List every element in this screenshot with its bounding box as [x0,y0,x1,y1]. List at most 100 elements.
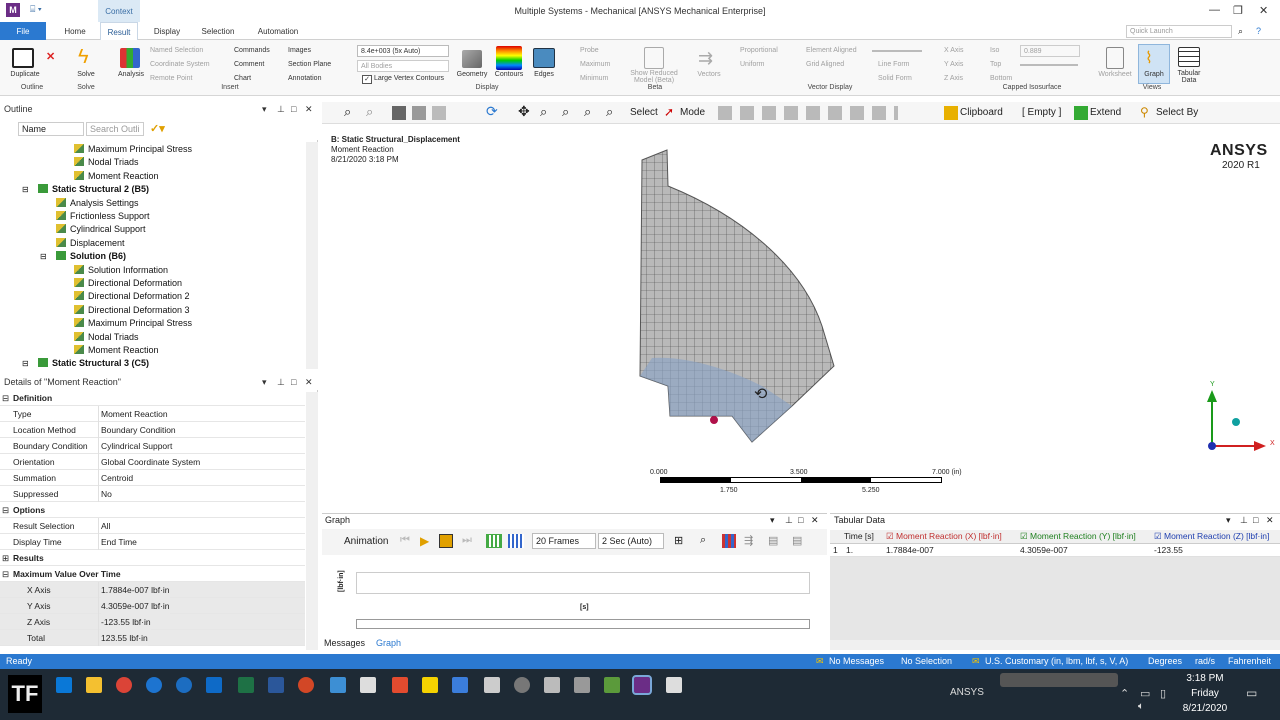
grid-aligned-button[interactable]: Grid Aligned [806,61,844,68]
details-value[interactable]: All [101,518,110,534]
details-value[interactable]: -123.55 lbf·in [101,614,151,630]
details-value[interactable]: End Time [101,534,137,550]
dropdown-icon[interactable]: ▾ [1226,515,1231,526]
details-section[interactable]: ⊞ Results [0,550,305,566]
tree-item[interactable]: Cylindrical Support [56,223,146,236]
status-degrees[interactable]: Degrees [1148,654,1182,669]
solid-form-button[interactable]: Solid Form [878,75,912,82]
commands-button[interactable]: Commands [234,47,270,54]
reduced-model-icon[interactable] [644,47,664,69]
tree-item[interactable]: Moment Reaction [74,344,159,357]
tree-item[interactable]: Analysis Settings [56,197,139,210]
view-cube-icon[interactable] [412,106,426,120]
details-value[interactable]: Centroid [101,470,133,486]
tab-graph[interactable]: Graph [376,638,401,648]
select-by-icon[interactable]: ⚲ [1140,105,1149,119]
show-reduced-model-button[interactable]: Show Reduced Model (Beta) [626,70,682,84]
close-icon[interactable]: ✕ [305,375,313,389]
clock-date[interactable]: 8/21/2020 [1172,703,1238,714]
status-rads[interactable]: rad/s [1195,654,1215,669]
duration-select[interactable]: 2 Sec (Auto) [598,533,664,549]
tray-chevron-icon[interactable]: ⌃ [1120,687,1129,700]
minimum-button[interactable]: Minimum [580,75,608,82]
iso-button[interactable]: Iso [990,47,999,54]
tree-item[interactable]: Nodal Triads [74,331,139,344]
edges-button[interactable]: Edges [530,71,558,78]
clipboard-icon[interactable] [944,106,958,120]
clock-day[interactable]: Friday [1180,688,1230,699]
column-header-x[interactable]: ☑ Moment Reaction (X) [lbf·in] [886,531,1002,542]
app-icon-6[interactable] [514,677,530,693]
message-icon[interactable]: ✉ [816,654,824,669]
pin-icon[interactable]: ⊥ [1240,515,1248,526]
maximize-icon[interactable]: □ [291,102,296,116]
select-by-dropdown[interactable]: Select By [1156,107,1198,118]
extend-dropdown[interactable]: Extend [1090,107,1121,118]
media-controls[interactable] [1000,673,1118,687]
details-row[interactable]: Summation Centroid [0,470,305,486]
details-section[interactable]: ⊟ Options [0,502,305,518]
details-scrollbar[interactable] [306,392,318,650]
search-icon[interactable]: ⌕ [1238,26,1243,37]
play-icon[interactable]: ▶ [420,534,429,548]
section-plane-button[interactable]: Section Plane [288,61,331,68]
export-icon[interactable]: ⇶ [744,534,753,547]
graphics-viewport[interactable]: B: Static Structural_Displacement Moment… [322,132,1280,512]
details-row[interactable]: Location Method Boundary Condition [0,422,305,438]
file-explorer-icon[interactable] [86,677,102,693]
iso-view-icon[interactable] [392,106,406,120]
previous-frame-icon[interactable]: ⏮ [400,534,410,547]
outlook-icon[interactable] [206,677,222,693]
section-toggle-icon[interactable]: ⊟ [2,390,9,406]
large-vertex-checkbox[interactable]: ✓ [362,75,372,84]
more-icon[interactable]: ▤ [792,534,802,547]
select-label[interactable]: Select [630,107,658,118]
magnifier-icon[interactable]: ⌕ [606,104,613,120]
close-icon[interactable]: ✕ [305,102,313,116]
tree-item[interactable]: Nodal Triads [74,156,139,169]
result-sets-icon[interactable] [508,534,524,548]
ie-icon[interactable] [176,677,192,693]
scale-select[interactable]: 8.4e+003 (5x Auto) [357,45,449,57]
maximize-icon[interactable]: □ [1253,515,1258,525]
details-row[interactable]: Result Selection All [0,518,305,534]
solve-lightning-icon[interactable]: ϟ [78,47,89,67]
details-row[interactable]: Z Axis -123.55 lbf·in [0,614,305,630]
network-icon[interactable]: ▭ [1140,687,1150,700]
vectors-button[interactable]: Vectors [692,71,726,78]
maximize-icon[interactable]: □ [798,515,803,525]
graph-plot-area[interactable] [356,572,810,594]
table-row[interactable]: 1 1. 1.7884e-007 4.3059e-007 -123.55 [830,544,1280,557]
zoom-fit-icon[interactable]: ⌕ [344,104,351,120]
filter-check-icon[interactable]: ✓▾ [150,122,165,135]
geometry-icon[interactable] [462,50,482,68]
bottom-button[interactable]: Bottom [990,75,1012,82]
section-toggle-icon[interactable]: ⊞ [2,550,9,566]
app-icon-3[interactable] [392,677,408,693]
status-units[interactable]: U.S. Customary (in, lbm, lbf, s, V, A) [985,654,1128,669]
tree-item[interactable]: Static Structural 3 (C5) [38,357,149,369]
chrome-icon[interactable] [116,677,132,693]
details-value[interactable]: Boundary Condition [101,422,176,438]
details-row[interactable]: Display Time End Time [0,534,305,550]
tab-automation[interactable]: Automation [252,22,304,40]
status-temperature[interactable]: Fahrenheit [1228,654,1271,669]
z-axis-button[interactable]: Z Axis [944,75,963,82]
column-header-time[interactable]: Time [s] [844,531,874,541]
element-aligned-button[interactable]: Element Aligned [806,47,857,54]
duplicate-icon[interactable] [12,48,34,68]
tree-item[interactable]: Moment Reaction [74,170,159,183]
details-value[interactable]: Global Coordinate System [101,454,200,470]
contours-button[interactable]: Contours [490,71,528,78]
tree-item[interactable]: Static Structural 2 (B5) [38,183,149,196]
solve-button[interactable]: Solve [70,71,102,78]
app-icon-4[interactable] [452,677,468,693]
coordinate-system-button[interactable]: Coordinate System [150,61,210,68]
proportional-button[interactable]: Proportional [740,47,778,54]
details-value[interactable]: Cylindrical Support [101,438,172,454]
close-icon[interactable]: ✕ [1266,515,1274,526]
next-frame-icon[interactable]: ⏭ [462,534,472,547]
geometry-button[interactable]: Geometry [452,71,492,78]
uniform-button[interactable]: Uniform [740,61,765,68]
close-icon[interactable]: ✕ [811,515,819,526]
